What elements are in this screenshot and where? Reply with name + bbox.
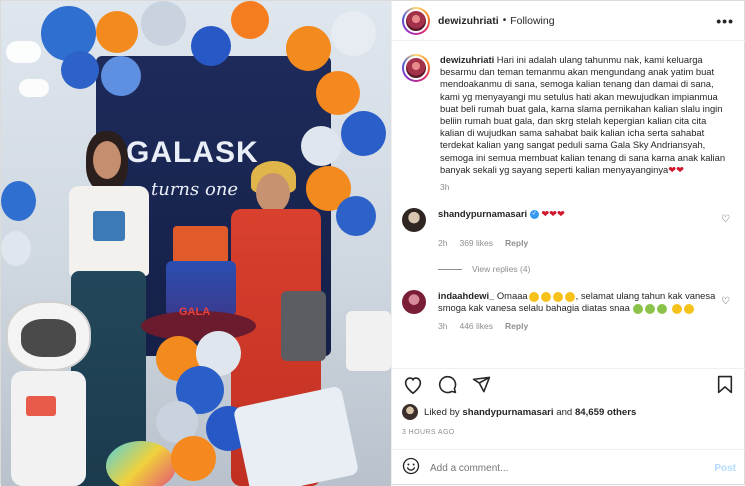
sad-emoji-icon (552, 291, 563, 302)
cloud-decoration (6, 41, 41, 63)
share-icon[interactable] (470, 374, 492, 396)
astronaut-small-decoration (346, 311, 391, 371)
balloon (301, 126, 341, 166)
sad-emoji-icon (540, 291, 551, 302)
post-header: dewizuhriati • Following ••• (392, 1, 745, 41)
comment-item: shandypurnamasari ✓ ❤❤❤ ♡ (402, 208, 734, 233)
balloon (61, 51, 99, 89)
caption-body: Hari ini adalah ulang tahunmu nak, kami … (440, 54, 726, 175)
cake-label: GALA (179, 306, 211, 318)
post-frame: GALASK turns one GALA dewizuhriati • Fol… (0, 0, 745, 486)
comment-like-heart-icon[interactable]: ♡ (721, 296, 730, 307)
hug-emoji-icon (684, 303, 695, 314)
crying-emoji-icon (633, 303, 644, 314)
comment-likes[interactable]: 446 likes (459, 321, 493, 331)
balloon (341, 111, 386, 156)
comment-icon[interactable] (436, 374, 458, 396)
action-bar (392, 368, 745, 400)
balloon (96, 11, 138, 53)
post-button[interactable]: Post (714, 463, 736, 474)
likes-prefix: Liked by (424, 406, 460, 418)
caption-emojis: ❤❤ (668, 163, 684, 175)
heart-icon[interactable] (402, 374, 424, 396)
header-separator: • (502, 15, 507, 26)
balloon (336, 196, 376, 236)
comment-text: shandypurnamasari ✓ ❤❤❤ (438, 208, 718, 232)
astronaut-decoration (1, 301, 96, 486)
avatar[interactable] (402, 208, 426, 233)
balloon (231, 1, 269, 39)
comment-like-heart-icon[interactable]: ♡ (721, 214, 730, 225)
crying-emoji-icon (645, 303, 656, 314)
replies-line (438, 268, 462, 270)
following-button[interactable]: Following (510, 15, 554, 27)
avatar[interactable] (402, 290, 426, 315)
balloon (331, 11, 376, 56)
header-username[interactable]: dewizuhriati (438, 15, 499, 27)
cake-topper (173, 226, 228, 264)
avatar[interactable] (402, 54, 430, 82)
comment-text: indaahdewi_ Omaaa, selamat ulang tahun k… (438, 290, 718, 315)
comment-username[interactable]: shandypurnamasari (438, 208, 527, 219)
verified-icon: ✓ (529, 210, 539, 220)
caption-text: dewizuhriati Hari ini adalah ulang tahun… (440, 54, 730, 176)
balloon (316, 71, 360, 115)
sad-emoji-icon (528, 291, 539, 302)
avatar[interactable] (402, 404, 418, 420)
comment-body: ❤❤❤ (541, 208, 565, 220)
balloon (1, 231, 31, 266)
balloon (101, 56, 141, 96)
comments-section[interactable]: dewizuhriati Hari ini adalah ulang tahun… (392, 42, 745, 367)
caption-username[interactable]: dewizuhriati (440, 54, 494, 65)
sad-emoji-icon (564, 291, 575, 302)
caption-time[interactable]: 3h (440, 182, 734, 192)
balloon (171, 436, 216, 481)
avatar[interactable] (402, 6, 430, 35)
comment-username[interactable]: indaahdewi_ (438, 290, 494, 301)
likes-others[interactable]: 84,659 others (575, 407, 636, 418)
bookmark-icon[interactable] (714, 374, 736, 396)
reply-button[interactable]: Reply (505, 321, 528, 331)
balloon (286, 26, 331, 71)
balloon (141, 1, 186, 46)
comment-body-part1: Omaaa (496, 290, 528, 302)
post-photo[interactable]: GALASK turns one GALA (1, 1, 391, 486)
more-icon[interactable]: ••• (716, 13, 734, 29)
comment-input[interactable] (430, 462, 715, 474)
balloon (106, 441, 176, 486)
add-comment-row: Post (392, 449, 745, 486)
likes-middle: and (556, 406, 573, 418)
cloud-decoration (19, 79, 49, 97)
reply-button[interactable]: Reply (505, 238, 528, 248)
view-replies-button[interactable]: View replies (4) (438, 264, 734, 274)
view-replies-label: View replies (4) (472, 264, 531, 275)
balloon (191, 26, 231, 66)
likes-line: Liked by shandypurnamasari and 84,659 ot… (402, 404, 636, 420)
comment-likes[interactable]: 369 likes (459, 238, 493, 248)
comment-meta: 3h 446 likes Reply (438, 321, 734, 331)
likes-user[interactable]: shandypurnamasari (462, 407, 553, 418)
comment-item: indaahdewi_ Omaaa, selamat ulang tahun k… (402, 290, 734, 315)
post-detail-panel: dewizuhriati • Following ••• dewizuhriat… (391, 1, 745, 486)
comment-meta: 2h 369 likes Reply (438, 238, 734, 248)
crying-emoji-icon (657, 303, 668, 314)
emoji-icon[interactable] (402, 457, 420, 480)
post-timestamp[interactable]: 3 HOURS AGO (402, 429, 455, 436)
comment-time[interactable]: 3h (438, 321, 447, 331)
balloon (1, 181, 36, 221)
hug-emoji-icon (672, 303, 683, 314)
comment-time[interactable]: 2h (438, 238, 447, 248)
caption: dewizuhriati Hari ini adalah ulang tahun… (402, 54, 734, 176)
